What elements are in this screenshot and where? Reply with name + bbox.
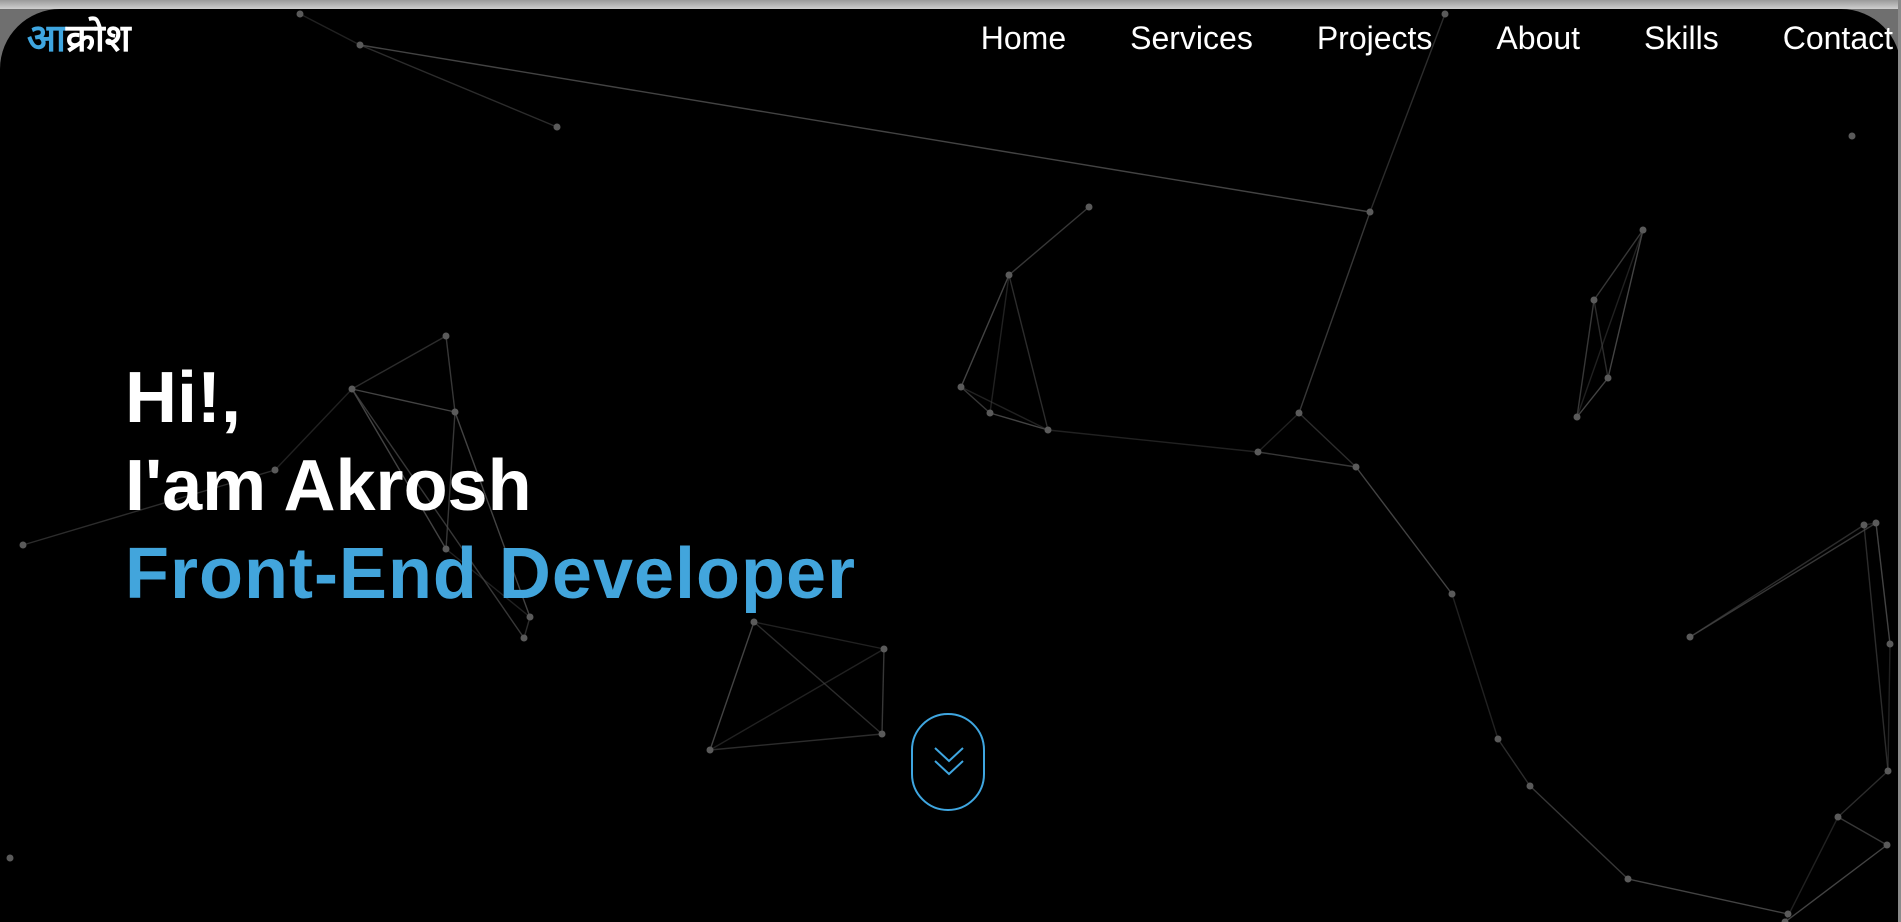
network-link xyxy=(1008,206,1090,276)
network-link xyxy=(1593,299,1609,379)
network-link xyxy=(1837,816,1888,846)
network-node xyxy=(1085,203,1093,211)
network-node xyxy=(706,746,714,754)
network-node xyxy=(1254,448,1262,456)
network-node xyxy=(1848,132,1856,140)
nav-projects[interactable]: Projects xyxy=(1317,16,1433,60)
network-node xyxy=(878,730,886,738)
hero-name: I'am Akrosh xyxy=(125,446,532,526)
hero-intro: Hi!, I'am Akrosh Front-End Developer xyxy=(125,354,856,618)
network-node xyxy=(1448,590,1456,598)
nav-services[interactable]: Services xyxy=(1130,16,1253,60)
network-link xyxy=(753,621,885,650)
hero-greeting: Hi!, xyxy=(125,358,241,438)
nav-about[interactable]: About xyxy=(1496,16,1580,60)
network-link xyxy=(1497,738,1531,787)
main-nav: Home Services Projects About Skills Cont… xyxy=(917,16,1893,60)
network-link xyxy=(709,648,885,751)
nav-contact[interactable]: Contact xyxy=(1783,16,1893,60)
network-link xyxy=(1008,274,1049,431)
network-link xyxy=(1887,643,1891,772)
network-node xyxy=(1494,735,1502,743)
network-link xyxy=(753,621,883,735)
network-link xyxy=(1607,229,1644,379)
network-node xyxy=(1295,409,1303,417)
network-link xyxy=(1451,593,1499,740)
network-link xyxy=(1593,229,1644,301)
network-link xyxy=(1689,522,1877,638)
network-node xyxy=(1005,271,1013,279)
network-node xyxy=(1860,521,1868,529)
network-node xyxy=(1883,841,1891,849)
double-chevron-down-icon xyxy=(934,747,964,776)
network-node xyxy=(1834,813,1842,821)
network-node xyxy=(6,854,14,862)
network-node xyxy=(986,409,994,417)
network-link xyxy=(1576,229,1644,418)
network-node xyxy=(1886,640,1894,648)
network-link xyxy=(881,648,885,735)
network-link xyxy=(709,733,883,751)
network-link xyxy=(1627,878,1789,915)
network-node xyxy=(1872,519,1880,527)
network-node xyxy=(356,41,364,49)
network-node xyxy=(1044,426,1052,434)
network-link xyxy=(1047,429,1259,453)
network-node xyxy=(553,123,561,131)
network-link xyxy=(1298,211,1371,414)
network-node xyxy=(1781,918,1789,922)
network-node xyxy=(957,383,965,391)
network-node xyxy=(1686,633,1694,641)
hero-role: Front-End Developer xyxy=(125,534,857,614)
network-node xyxy=(1604,374,1612,382)
network-node xyxy=(296,10,304,18)
logo-main-text: क्रोश xyxy=(65,16,131,60)
network-link xyxy=(1529,785,1629,880)
network-node xyxy=(442,332,450,340)
network-link xyxy=(960,386,1049,431)
browser-top-edge xyxy=(0,0,1901,9)
scroll-down-button[interactable] xyxy=(911,713,985,811)
network-node xyxy=(1526,782,1534,790)
network-node xyxy=(19,541,27,549)
network-node xyxy=(1366,208,1374,216)
network-node xyxy=(520,634,528,642)
network-link xyxy=(1257,412,1300,453)
network-node xyxy=(750,618,758,626)
nav-skills[interactable]: Skills xyxy=(1644,16,1719,60)
network-node xyxy=(1884,767,1892,775)
network-link xyxy=(359,44,1371,213)
network-link xyxy=(1784,844,1888,922)
network-link xyxy=(359,44,558,128)
network-node xyxy=(880,645,888,653)
network-node xyxy=(1784,910,1792,918)
logo-accent-text: आ xyxy=(27,16,66,60)
network-link xyxy=(1875,522,1891,645)
network-link xyxy=(1257,451,1357,468)
network-link xyxy=(1355,466,1453,595)
network-link xyxy=(1784,816,1839,922)
network-node xyxy=(1639,226,1647,234)
network-node xyxy=(1352,463,1360,471)
network-link xyxy=(1863,524,1889,772)
nav-home[interactable]: Home xyxy=(981,16,1066,60)
network-node xyxy=(1624,875,1632,883)
network-link xyxy=(709,621,755,751)
network-link xyxy=(299,13,361,46)
network-node xyxy=(1573,413,1581,421)
network-link xyxy=(1837,770,1889,818)
site-logo[interactable]: आक्रोश xyxy=(27,10,131,66)
network-link xyxy=(960,386,991,414)
network-node xyxy=(1590,296,1598,304)
